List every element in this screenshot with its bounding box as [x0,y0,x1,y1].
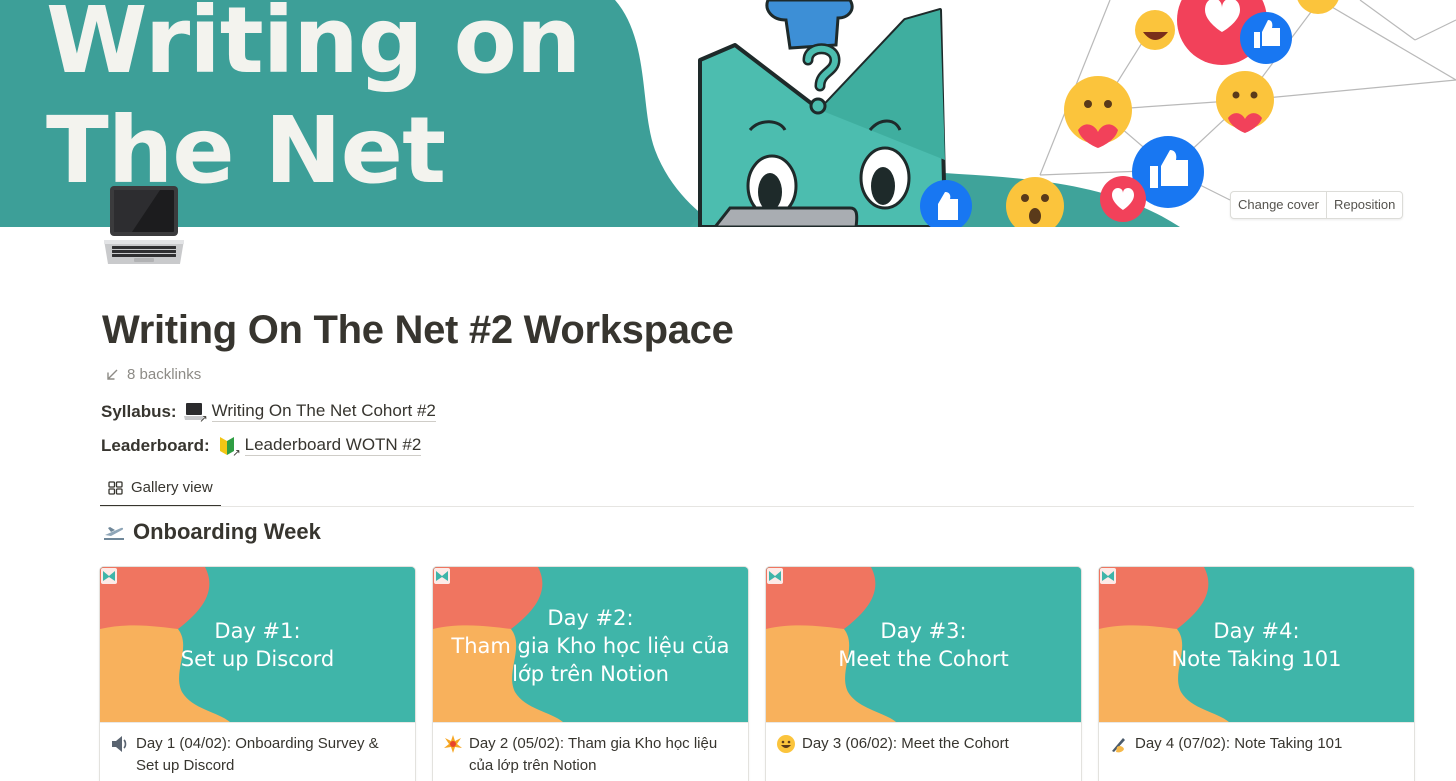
speaker-icon [112,736,127,752]
gallery-card[interactable]: Day #1: Set up Discord Day 1 (04/02): On… [99,566,416,781]
cover-controls: Change cover Reposition [1230,191,1404,219]
card-cover-text: Day #1: Set up Discord [100,617,415,673]
card-title: Day 2 (05/02): Tham gia Kho học liệu của… [469,735,718,774]
workspace-logo-icon [1100,568,1116,584]
card-cover-text: Day #3: Meet the Cohort [766,617,1081,673]
syllabus-label: Syllabus: [101,401,177,421]
beginner-badge-icon: ↗ [217,436,241,459]
card-cover-line: Meet the Cohort [838,647,1009,671]
gallery-view-label: Gallery view [131,479,213,496]
card-body: Day 4 (07/02): Note Taking 101 [1099,722,1414,755]
card-title: Day 3 (06/02): Meet the Cohort [802,735,1009,752]
card-cover-line: Day #4: [1213,619,1300,643]
syllabus-property: Syllabus: ↗ Writing On The Net Cohort #2 [101,401,436,425]
syllabus-page-link[interactable]: Writing On The Net Cohort #2 [211,401,436,422]
card-cover-text: Day #2: Tham gia Kho học liệu của lớp tr… [433,604,748,688]
airplane-departure-icon [104,527,124,540]
group-onboarding-week[interactable]: Onboarding Week [103,519,321,545]
card-cover-line: Tham gia Kho học liệu của [451,634,730,658]
gallery-card[interactable]: Day #2: Tham gia Kho học liệu của lớp tr… [432,566,749,781]
card-cover-line: Note Taking 101 [1171,647,1342,671]
workspace-logo-icon [434,568,450,584]
tab-gallery-view[interactable]: Gallery view [100,470,221,507]
card-cover: Day #3: Meet the Cohort [766,567,1081,722]
backlinks-link[interactable]: 8 backlinks [106,366,201,383]
card-cover: Day #2: Tham gia Kho học liệu của lớp tr… [433,567,748,722]
card-cover-line: Day #3: [880,619,967,643]
card-cover-line: Day #2: [547,606,634,630]
gallery-grid-icon [108,480,123,495]
card-title: Day 1 (04/02): Onboarding Survey & Set u… [136,735,379,774]
cover-title-line-1: Writing on [46,0,581,94]
workspace-logo-icon [767,568,783,584]
leaderboard-page-link[interactable]: Leaderboard WOTN #2 [244,435,422,456]
backlinks-label: 8 backlinks [127,366,202,383]
gallery-card[interactable]: Day #3: Meet the Cohort Day 3 (06/02): M… [765,566,1082,781]
change-cover-button[interactable]: Change cover [1231,192,1326,218]
tab-divider [100,506,1414,507]
cover-title: Writing on The Net [46,0,581,206]
laptop-icon[interactable] [102,184,186,268]
gallery-card[interactable]: Day #4: Note Taking 101 Day 4 (07/02): N… [1098,566,1415,781]
page-cover[interactable]: Writing on The Net Change cover Repositi… [0,0,1456,227]
card-cover-line: Day #1: [214,619,301,643]
page-title[interactable]: Writing On The Net #2 Workspace [102,308,734,353]
laptop-link-icon: ↗ [183,402,208,425]
writing-hand-icon [1112,738,1125,753]
backlink-arrow-icon [107,369,118,380]
grinning-face-icon [777,735,795,753]
workspace-logo-icon [101,568,117,584]
leaderboard-label: Leaderboard: [101,435,210,455]
card-cover: Day #4: Note Taking 101 [1099,567,1414,722]
card-cover-line: lớp trên Notion [512,662,669,686]
card-cover: Day #1: Set up Discord [100,567,415,722]
leaderboard-property: Leaderboard: ↗ Leaderboard WOTN #2 [101,435,422,459]
card-cover-line: Set up Discord [180,647,335,671]
group-title: Onboarding Week [133,519,321,544]
card-title: Day 4 (07/02): Note Taking 101 [1135,735,1343,752]
card-body: Day 2 (05/02): Tham gia Kho học liệu của… [433,722,748,777]
collision-icon [444,735,462,753]
card-body: Day 3 (06/02): Meet the Cohort [766,722,1081,755]
card-cover-text: Day #4: Note Taking 101 [1099,617,1414,673]
reposition-button[interactable]: Reposition [1325,192,1402,218]
card-body: Day 1 (04/02): Onboarding Survey & Set u… [100,722,415,777]
